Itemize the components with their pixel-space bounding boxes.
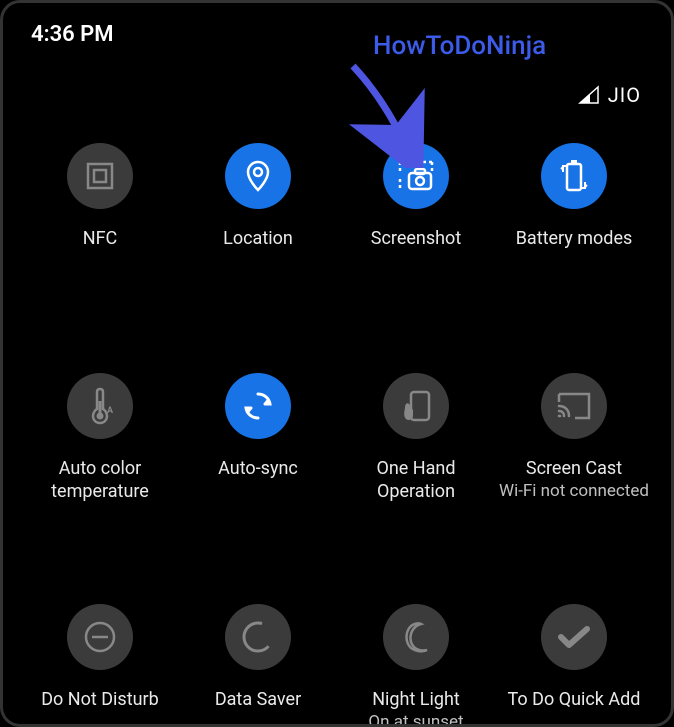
tile-label: Battery modes (516, 227, 633, 273)
tile-label: Auto color temperature (25, 457, 175, 504)
moon-icon (383, 604, 449, 670)
tile-label: Screen Cast Wi-Fi not connected (499, 457, 649, 503)
phone-frame: 4:36 PM HowToDoNinja JIO NFC (0, 0, 674, 727)
nfc-icon (67, 143, 133, 209)
tile-screen-cast[interactable]: Screen Cast Wi-Fi not connected (499, 373, 649, 504)
tile-sublabel: On at sunset (368, 711, 463, 727)
tile-night-light[interactable]: Night Light On at sunset (341, 604, 491, 727)
tile-label: NFC (83, 227, 118, 273)
annotation-text: HowToDoNinja (373, 31, 546, 61)
tile-do-not-disturb[interactable]: Do Not Disturb (25, 604, 175, 727)
annotation-arrow-icon (333, 58, 433, 168)
tile-label: Auto-sync (218, 457, 298, 503)
dnd-icon (67, 604, 133, 670)
status-right: JIO (578, 83, 641, 107)
tile-label: Data Saver (215, 688, 301, 727)
data-saver-icon (225, 604, 291, 670)
status-bar: 4:36 PM (3, 3, 671, 53)
tile-nfc[interactable]: NFC (25, 143, 175, 273)
tile-label: Night Light On at sunset (368, 688, 463, 727)
carrier-label: JIO (608, 83, 641, 107)
tile-label-main: Night Light (372, 689, 460, 710)
tile-auto-sync[interactable]: Auto-sync (183, 373, 333, 504)
tile-sublabel: Wi-Fi not connected (499, 480, 649, 502)
tile-location[interactable]: Location (183, 143, 333, 273)
sync-icon (225, 373, 291, 439)
tile-todo-quick-add[interactable]: To Do Quick Add (499, 604, 649, 727)
battery-icon (541, 143, 607, 209)
location-icon (225, 143, 291, 209)
tile-auto-color-temperature[interactable]: A Auto color temperature (25, 373, 175, 504)
tile-label: Location (223, 227, 293, 273)
tile-label: One Hand Operation (341, 457, 491, 504)
tile-label: Screenshot (371, 227, 461, 273)
tile-one-hand-operation[interactable]: One Hand Operation (341, 373, 491, 504)
tile-data-saver[interactable]: Data Saver (183, 604, 333, 727)
check-icon (541, 604, 607, 670)
cast-icon (541, 373, 607, 439)
tile-label: Do Not Disturb (41, 688, 159, 727)
one-hand-icon (383, 373, 449, 439)
tile-label-main: Screen Cast (526, 458, 622, 479)
thermometer-icon: A (67, 373, 133, 439)
svg-text:A: A (107, 406, 114, 416)
tile-battery-modes[interactable]: Battery modes (499, 143, 649, 273)
status-time: 4:36 PM (31, 22, 114, 47)
signal-icon (578, 85, 600, 105)
tile-label: To Do Quick Add (508, 688, 641, 727)
